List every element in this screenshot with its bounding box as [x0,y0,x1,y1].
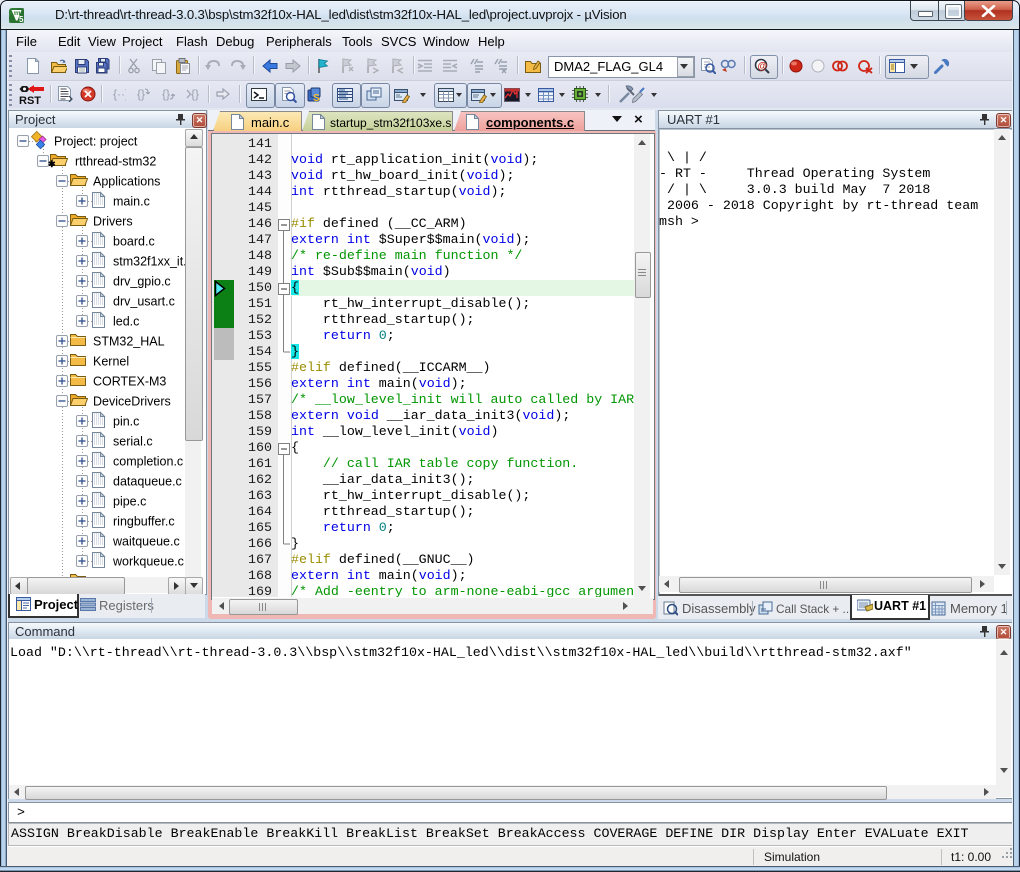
svg-text:pin.c: pin.c [113,415,139,429]
svg-text:RST: RST [19,95,41,106]
svg-text:rtthread-stm32: rtthread-stm32 [75,155,156,169]
svg-text:serial.c: serial.c [113,435,153,449]
svg-text:completion.c: completion.c [113,455,183,469]
svg-text:waitqueue.c: waitqueue.c [112,535,180,549]
svg-text:✱: ✱ [48,159,56,169]
svg-text:led.c: led.c [113,315,139,329]
svg-text:main.c: main.c [113,195,150,209]
svg-text:CORTEX-M3: CORTEX-M3 [93,375,166,389]
svg-text:Project: project: Project: project [54,135,138,149]
svg-text:Applications: Applications [93,175,160,189]
svg-text:workqueue.c: workqueue.c [112,555,184,569]
svg-text:drv_gpio.c: drv_gpio.c [113,275,171,289]
svg-text:5: 5 [19,15,24,23]
svg-text:S: S [313,93,320,103]
svg-text:{··}: {··} [113,87,126,101]
svg-text:{}: {} [191,87,199,101]
svg-text:pipe.c: pipe.c [113,495,146,509]
svg-text:board.c: board.c [113,235,155,249]
svg-text:{}: {} [162,87,170,101]
svg-text:ringbuffer.c: ringbuffer.c [113,515,175,529]
svg-text:STM32_HAL: STM32_HAL [93,335,165,349]
svg-text:{}: {} [137,87,145,101]
svg-text:Kernel: Kernel [93,355,129,369]
svg-text:Drivers: Drivers [93,215,133,229]
svg-text:drv_usart.c: drv_usart.c [113,295,175,309]
svg-text:stm32f1xx_it.c: stm32f1xx_it.c [113,255,185,269]
svg-text:DeviceDrivers: DeviceDrivers [93,395,171,409]
svg-text:dataqueue.c: dataqueue.c [113,475,182,489]
